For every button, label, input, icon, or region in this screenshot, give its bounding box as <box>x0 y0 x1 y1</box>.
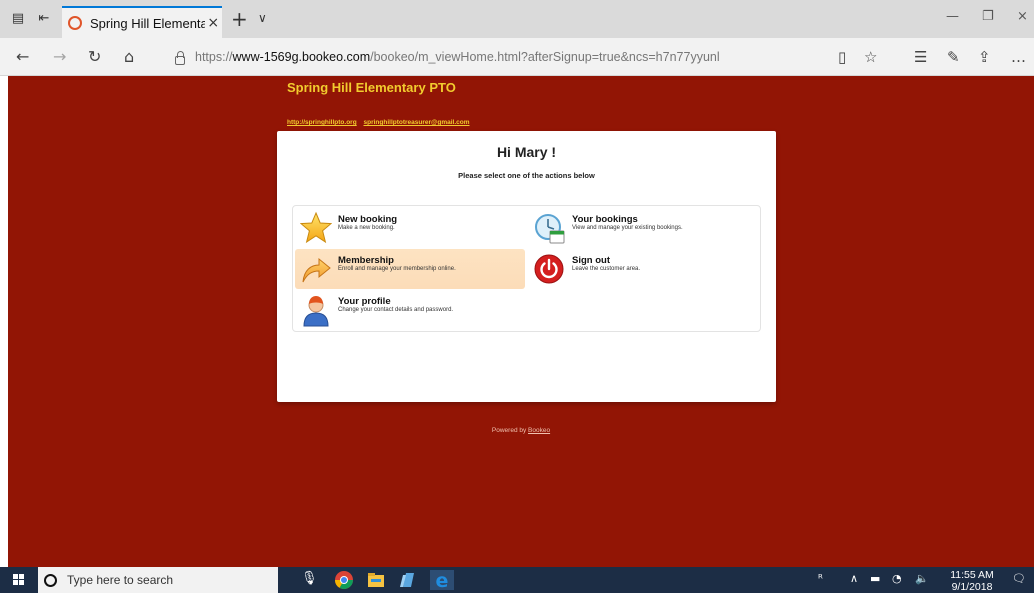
refresh-icon[interactable]: ↻ <box>88 47 101 67</box>
calendar-clock-icon <box>535 214 565 244</box>
star-icon <box>300 211 332 244</box>
action-title: Sign out <box>572 255 610 266</box>
action-description: Enroll and manage your membership online… <box>338 266 456 272</box>
windows-taskbar: Type here to search 🎙 e ᴿ ∧ ▬ ◔ 🔈 11:55 … <box>0 567 1034 593</box>
window-restore-icon[interactable]: ❐ <box>982 9 994 24</box>
favorite-star-icon[interactable]: ☆ <box>864 47 877 67</box>
bookeo-favicon-icon <box>68 16 82 30</box>
action-description: View and manage your existing bookings. <box>572 225 683 231</box>
volume-icon[interactable]: 🔈 <box>915 572 929 585</box>
membership-action[interactable]: Membership Enroll and manage your member… <box>295 249 525 289</box>
new-booking-action[interactable]: New booking Make a new booking. <box>295 208 525 248</box>
web-note-icon[interactable]: ✎ <box>947 47 960 67</box>
notepad-icon[interactable] <box>397 570 417 590</box>
action-title: New booking <box>338 214 398 225</box>
lock-icon <box>175 50 185 65</box>
share-icon[interactable]: ⇪ <box>978 47 991 67</box>
action-title: Your bookings <box>572 214 638 225</box>
your-bookings-action[interactable]: Your bookings View and manage your exist… <box>529 208 759 248</box>
favorites-hub-icon[interactable]: ☰ <box>914 47 927 67</box>
powered-by: Powered by Bookeo <box>491 427 551 434</box>
site-title: Spring Hill Elementary PTO <box>287 80 456 95</box>
clock-date: 9/1/2018 <box>951 581 993 593</box>
tab-bar: ▤ ⇤ Spring Hill Elementary F × + ∨ — ❐ × <box>0 0 1034 38</box>
greeting: Hi Mary ! <box>496 144 557 160</box>
home-icon[interactable]: ⌂ <box>124 47 134 67</box>
website-link[interactable]: http://springhillpto.org <box>287 119 357 126</box>
bookeo-link[interactable]: Bookeo <box>528 427 550 434</box>
your-profile-action[interactable]: Your profile Change your contact details… <box>295 290 525 330</box>
set-aside-tabs-icon[interactable]: ⇤ <box>36 11 52 27</box>
taskbar-clock[interactable]: 11:55 AM 9/1/2018 <box>948 569 996 593</box>
action-description: Change your contact details and password… <box>338 307 454 313</box>
tab-title: Spring Hill Elementary F <box>90 15 205 31</box>
arrow-icon <box>302 257 331 283</box>
web-page: Spring Hill Elementary PTO http://spring… <box>8 76 1034 567</box>
action-title: Your profile <box>338 296 391 307</box>
person-icon <box>303 296 329 327</box>
action-description: Leave the customer area. <box>572 266 641 272</box>
tab-close-icon[interactable]: × <box>205 15 222 31</box>
cortana-icon <box>44 573 57 587</box>
browser-window: ▤ ⇤ Spring Hill Elementary F × + ∨ — ❐ ×… <box>0 0 1034 593</box>
microphone-icon[interactable]: 🎙 <box>301 571 318 586</box>
file-explorer-icon[interactable] <box>366 570 386 590</box>
actions-panel: New booking Make a new booking. Your boo… <box>292 205 761 332</box>
windows-start-icon[interactable] <box>13 574 25 586</box>
site-links: http://springhillpto.org springhillptotr… <box>287 119 475 126</box>
sign-out-action[interactable]: Sign out Leave the customer area. <box>529 249 759 289</box>
tab-preview-icon[interactable]: ▤ <box>10 11 26 27</box>
wifi-icon[interactable]: ◔ <box>892 572 902 585</box>
back-icon[interactable]: ← <box>16 47 29 67</box>
tab-menu-icon[interactable]: ∨ <box>258 11 267 25</box>
forward-icon[interactable]: → <box>53 47 66 67</box>
action-center-icon[interactable]: 🗨 <box>1012 572 1026 585</box>
clock-time: 11:55 AM <box>950 569 994 581</box>
email-link[interactable]: springhillptotreasurer@gmail.com <box>364 119 470 126</box>
instructions: Please select one of the actions below <box>458 171 595 180</box>
new-tab-icon[interactable]: + <box>231 7 248 31</box>
more-icon[interactable]: … <box>1011 47 1026 67</box>
action-title: Membership <box>338 255 394 266</box>
chrome-icon[interactable] <box>334 570 354 590</box>
show-hidden-icons-icon[interactable]: ∧ <box>850 572 858 585</box>
reading-view-icon[interactable]: ▯ <box>838 47 846 67</box>
svg-text:e: e <box>436 570 449 590</box>
window-close-icon[interactable]: × <box>1017 9 1028 24</box>
window-minimize-icon[interactable]: — <box>946 9 959 24</box>
taskbar-search[interactable]: Type here to search <box>38 567 278 593</box>
url-text: https://www-1569g.bookeo.com/bookeo/m_vi… <box>195 50 720 64</box>
battery-icon[interactable]: ▬ <box>870 572 880 585</box>
people-icon[interactable]: ᴿ <box>818 572 823 585</box>
taskbar-search-placeholder: Type here to search <box>67 573 174 587</box>
address-bar[interactable]: https://www-1569g.bookeo.com/bookeo/m_vi… <box>166 43 826 71</box>
customer-area-card: Hi Mary ! Please select one of the actio… <box>277 131 776 402</box>
power-icon <box>534 254 564 284</box>
navigation-bar: ← → ↻ ⌂ https://www-1569g.bookeo.com/boo… <box>0 38 1034 76</box>
tab-active[interactable]: Spring Hill Elementary F × <box>62 6 222 38</box>
edge-icon[interactable]: e <box>430 570 454 590</box>
action-description: Make a new booking. <box>338 225 395 231</box>
